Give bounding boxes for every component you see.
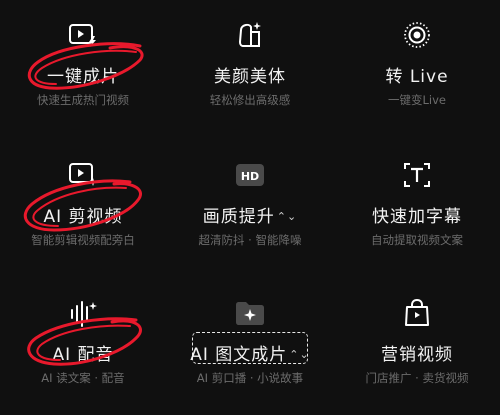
feature-label: 快速加字幕 <box>372 207 462 227</box>
feature-label: 营销视频 <box>381 345 453 365</box>
folder-sparkle-icon <box>233 296 267 330</box>
hd-icon: HD <box>233 158 267 192</box>
feature-ai-image-text-video[interactable]: AI 图文成片 ⌃⌄ AI 剪口播 · 小说故事 <box>167 278 333 408</box>
video-flash-icon <box>66 18 100 52</box>
feature-subtitle: AI 读文案 · 配音 <box>41 371 125 385</box>
text-frame-icon <box>400 158 434 192</box>
feature-add-subtitles[interactable]: 快速加字幕 自动提取视频文案 <box>334 140 500 270</box>
ai-video-icon <box>66 158 100 192</box>
feature-grid: 一键成片 快速生成热门视频 美颜美体 轻松修出高级感 转 Live 一键变Liv… <box>0 0 500 415</box>
feature-marketing-video[interactable]: 营销视频 门店推广 · 卖货视频 <box>334 278 500 408</box>
feature-label: 转 Live <box>385 67 449 87</box>
feature-subtitle: 门店推广 · 卖货视频 <box>365 371 469 385</box>
feature-subtitle: 轻松修出高级感 <box>209 93 291 107</box>
feature-subtitle: 超清防抖 · 智能降噪 <box>198 233 302 247</box>
waveform-sparkle-icon <box>66 296 100 330</box>
svg-text:HD: HD <box>241 170 259 183</box>
feature-subtitle: 智能剪辑视频配旁白 <box>31 233 135 247</box>
feature-label: 画质提升 ⌃⌄ <box>202 207 298 227</box>
feature-to-live[interactable]: 转 Live 一键变Live <box>334 0 500 130</box>
face-sparkle-icon <box>233 18 267 52</box>
shopping-bag-icon <box>400 296 434 330</box>
feature-subtitle: 自动提取视频文案 <box>371 233 463 247</box>
feature-label: AI 配音 <box>52 345 114 365</box>
feature-subtitle: AI 剪口播 · 小说故事 <box>196 371 304 385</box>
feature-label: 美颜美体 <box>214 67 286 87</box>
feature-label: 一键成片 <box>47 67 119 87</box>
feature-one-click-video[interactable]: 一键成片 快速生成热门视频 <box>0 0 166 130</box>
chevron-updown-icon: ⌃⌄ <box>276 210 298 223</box>
feature-label: AI 图文成片 ⌃⌄ <box>190 345 310 365</box>
feature-subtitle: 一键变Live <box>388 93 446 107</box>
chevron-updown-icon: ⌃⌄ <box>289 348 310 361</box>
feature-beauty[interactable]: 美颜美体 轻松修出高级感 <box>167 0 333 130</box>
feature-ai-voiceover[interactable]: AI 配音 AI 读文案 · 配音 <box>0 278 166 408</box>
feature-ai-cut-video[interactable]: AI 剪视频 智能剪辑视频配旁白 <box>0 140 166 270</box>
feature-label: AI 剪视频 <box>43 207 123 227</box>
feature-subtitle: 快速生成热门视频 <box>37 93 129 107</box>
live-photo-icon <box>400 18 434 52</box>
feature-quality-boost[interactable]: HD 画质提升 ⌃⌄ 超清防抖 · 智能降噪 <box>167 140 333 270</box>
